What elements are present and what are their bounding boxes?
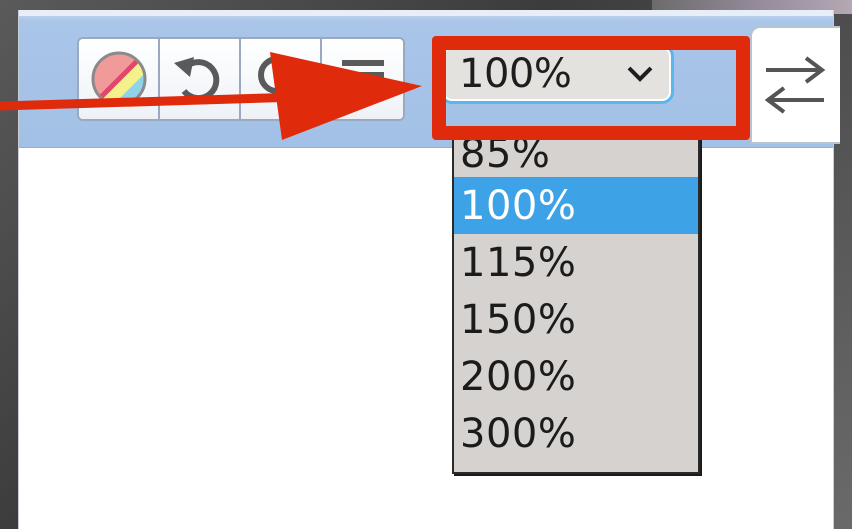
screenshot-stage: 100% 85% 100% 115% 150% 200% 300% (0, 0, 852, 529)
annotation-arrow (0, 52, 422, 140)
